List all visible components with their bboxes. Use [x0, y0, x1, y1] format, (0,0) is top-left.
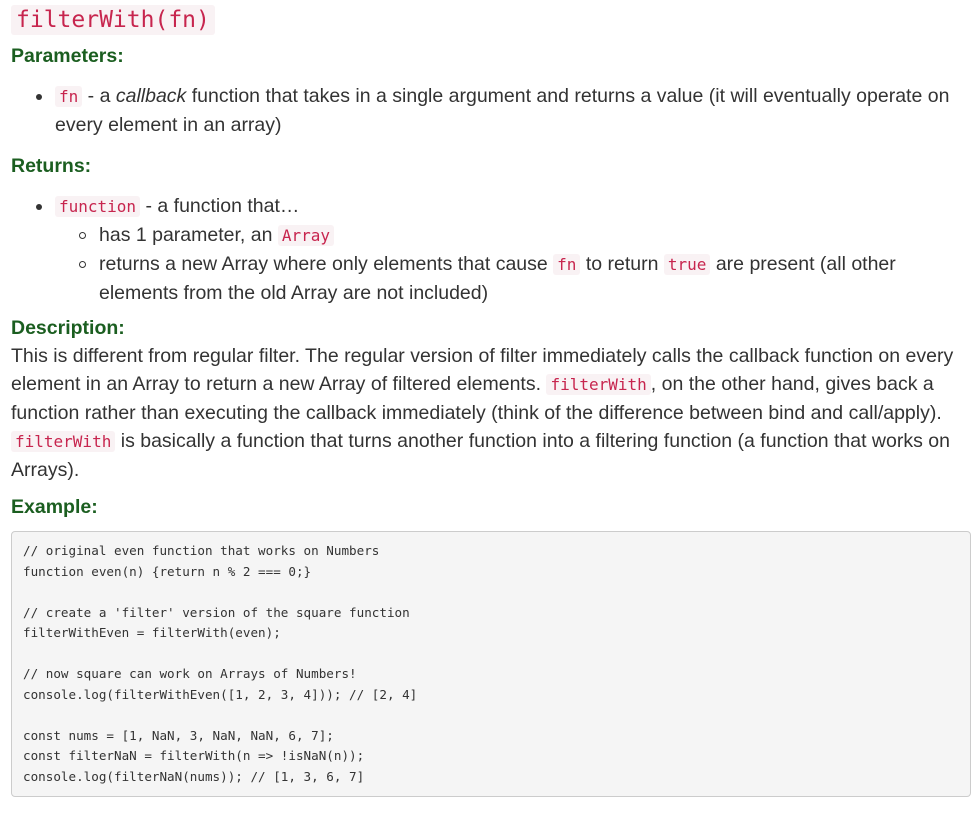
example-heading: Example: [11, 496, 98, 518]
parameter-item-fn: fn - a callback function that takes in a… [11, 82, 979, 139]
subitem-code-true: true [663, 254, 711, 275]
param-description: function that takes in a single argument… [55, 85, 950, 136]
description-heading: Description: [11, 317, 125, 339]
return-subitem-parameter: has 1 parameter, an Array [55, 221, 967, 250]
return-subitem-result: returns a new Array where only elements … [55, 250, 967, 307]
example-code-block: // original even function that works on … [11, 531, 971, 797]
subitem-code-array: Array [277, 225, 335, 246]
returns-heading: Returns: [11, 155, 92, 177]
return-description: - a function that… [140, 195, 300, 217]
subitem-code-fn: fn [553, 254, 581, 275]
parameters-heading: Parameters: [11, 45, 124, 67]
subitem-text: has 1 parameter, an [99, 224, 278, 246]
doc-page: filterWith(fn) Parameters: fn - a callba… [0, 0, 979, 797]
returns-list: function - a function that… has 1 parame… [11, 192, 979, 307]
description-paragraph: This is different from regular filter. T… [11, 342, 979, 484]
return-code-function: function [55, 196, 141, 217]
parameters-list: fn - a callback function that takes in a… [11, 82, 979, 139]
function-signature-title: filterWith(fn) [11, 5, 215, 35]
param-emphasis: callback [115, 85, 187, 107]
description-text: is basically a function that turns anoth… [11, 430, 950, 481]
returns-sublist: has 1 parameter, an Array returns a new … [55, 221, 967, 307]
param-code-fn: fn [55, 86, 83, 107]
description-code-filterwith: filterWith [546, 374, 651, 395]
subitem-text: returns a new Array where only elements … [99, 253, 554, 275]
return-item: function - a function that… has 1 parame… [11, 192, 979, 307]
param-dash: - a [82, 85, 116, 107]
subitem-text: to return [580, 253, 664, 275]
description-code-filterwith: filterWith [11, 431, 116, 452]
